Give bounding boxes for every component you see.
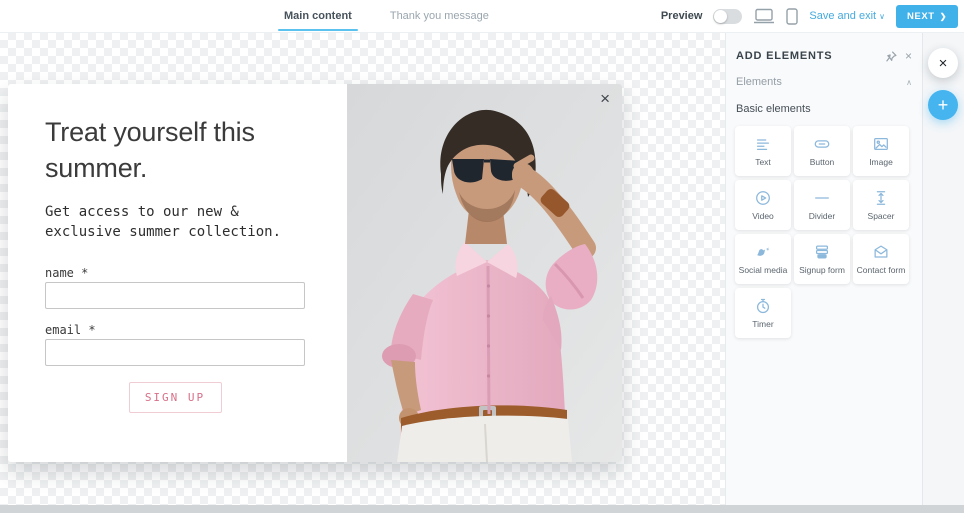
element-card-video[interactable]: Video bbox=[735, 180, 791, 230]
popup-photo-man-in-pink-shirt bbox=[347, 84, 622, 462]
popup-content-column: Treat yourself this summer. Get access t… bbox=[8, 84, 347, 462]
element-card-spacer[interactable]: Spacer bbox=[853, 180, 909, 230]
topbar: Main content Thank you message Preview S… bbox=[0, 0, 964, 33]
sidebar-header: ADD ELEMENTS × bbox=[736, 50, 912, 62]
elements-section-header[interactable]: Elements ∧ bbox=[736, 76, 912, 88]
preview-toggle[interactable] bbox=[713, 8, 743, 24]
save-and-exit-label: Save and exit bbox=[809, 10, 877, 22]
popup-image-block[interactable]: × bbox=[347, 84, 622, 462]
pin-icon[interactable] bbox=[886, 51, 897, 62]
email-field[interactable] bbox=[45, 339, 305, 366]
preview-label: Preview bbox=[660, 10, 703, 22]
name-field[interactable] bbox=[45, 282, 305, 309]
desktop-preview-icon[interactable] bbox=[753, 8, 775, 24]
add-fab[interactable]: + bbox=[928, 90, 958, 120]
video-icon bbox=[756, 191, 770, 205]
contact-form-icon bbox=[874, 245, 888, 258]
sidebar-close-icon[interactable]: × bbox=[905, 50, 912, 62]
basic-elements-label: Basic elements bbox=[736, 103, 811, 115]
email-field-label: email * bbox=[45, 323, 96, 337]
social-media-icon bbox=[757, 247, 770, 256]
tab-thank-you-message[interactable]: Thank you message bbox=[384, 0, 495, 32]
name-field-label: name * bbox=[45, 266, 89, 280]
next-button[interactable]: NEXT ❯ bbox=[895, 4, 958, 28]
popup-close-icon[interactable]: × bbox=[598, 88, 612, 109]
next-button-label: NEXT bbox=[906, 10, 935, 22]
button-icon bbox=[814, 140, 830, 148]
element-card-button[interactable]: Button bbox=[794, 126, 850, 176]
mobile-preview-icon[interactable] bbox=[786, 7, 799, 25]
close-editor-fab[interactable]: × bbox=[928, 48, 958, 78]
save-and-exit-button[interactable]: Save and exit ∨ bbox=[809, 10, 885, 22]
tab-main-content[interactable]: Main content bbox=[278, 0, 358, 32]
sidebar-title: ADD ELEMENTS bbox=[736, 50, 833, 62]
popup-editor-app: Main content Thank you message Preview S… bbox=[0, 0, 964, 513]
popup-subtext[interactable]: Get access to our new & exclusive summer… bbox=[45, 202, 305, 242]
preview-toggle-knob bbox=[714, 9, 728, 23]
element-card-text[interactable]: Text bbox=[735, 126, 791, 176]
image-icon bbox=[874, 137, 888, 151]
elements-section-label: Elements bbox=[736, 76, 782, 88]
chevron-up-icon: ∧ bbox=[906, 77, 912, 87]
element-card-divider[interactable]: Divider bbox=[794, 180, 850, 230]
element-card-signup-form[interactable]: Signup form bbox=[794, 234, 850, 284]
editor-canvas: Treat yourself this summer. Get access t… bbox=[0, 32, 725, 505]
timer-icon bbox=[756, 298, 770, 314]
popup-preview: Treat yourself this summer. Get access t… bbox=[8, 84, 622, 462]
chevron-down-icon: ∨ bbox=[879, 11, 885, 21]
element-card-image[interactable]: Image bbox=[853, 126, 909, 176]
bottom-edge-bar bbox=[0, 505, 964, 513]
element-card-social-media[interactable]: Social media bbox=[735, 234, 791, 284]
signup-button[interactable]: SIGN UP bbox=[128, 382, 222, 413]
content-tabs: Main content Thank you message bbox=[278, 0, 495, 32]
element-card-contact-form[interactable]: Contact form bbox=[853, 234, 909, 284]
divider-icon bbox=[815, 197, 829, 199]
add-elements-panel: ADD ELEMENTS × Elements ∧ Basic elements bbox=[726, 32, 923, 505]
popup-heading[interactable]: Treat yourself this summer. bbox=[45, 114, 305, 186]
element-card-timer[interactable]: Timer bbox=[735, 288, 791, 338]
element-cards-grid: Text Button Image Video Divider Spacer S… bbox=[735, 126, 909, 338]
text-icon bbox=[756, 139, 770, 151]
spacer-icon bbox=[876, 191, 886, 205]
arrow-right-icon: ❯ bbox=[939, 11, 947, 21]
tab-main-content-label: Main content bbox=[284, 10, 352, 22]
signup-form-icon bbox=[815, 245, 829, 259]
tab-thank-you-message-label: Thank you message bbox=[389, 10, 489, 22]
topbar-actions: Preview Save and exit ∨ NEXT ❯ bbox=[661, 0, 958, 32]
